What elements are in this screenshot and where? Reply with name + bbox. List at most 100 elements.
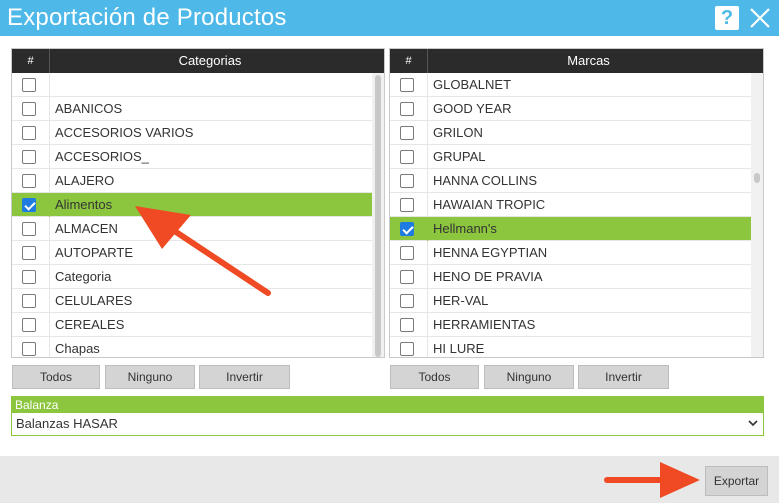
marca-list-item[interactable]: GRILON: [390, 121, 751, 145]
close-icon[interactable]: [748, 6, 772, 30]
categorias-header: # Categorias: [12, 49, 384, 73]
categoria-checkbox[interactable]: [22, 246, 36, 260]
marca-checkbox[interactable]: [400, 342, 414, 356]
categoria-item-label: CEREALES: [55, 317, 125, 332]
categorias-scrollbar-thumb[interactable]: [375, 75, 381, 357]
help-icon[interactable]: ?: [715, 6, 739, 30]
export-button[interactable]: Exportar: [705, 466, 768, 496]
categoria-item-label: Categoria: [55, 269, 112, 284]
marca-list-item[interactable]: HER-VAL: [390, 289, 751, 313]
marca-checkbox-cell: [390, 73, 428, 97]
categoria-item-label: ACCESORIOS VARIOS: [55, 125, 194, 140]
categorias-invertir-button[interactable]: Invertir: [199, 365, 290, 389]
categoria-item-label: ACCESORIOS_: [55, 149, 149, 164]
categoria-checkbox-cell: [12, 73, 50, 97]
marca-list-item[interactable]: HENNA EGYPTIAN: [390, 241, 751, 265]
categoria-list-item[interactable]: ALMACEN: [12, 217, 372, 241]
marca-checkbox-cell: [390, 337, 428, 357]
marcas-todos-button[interactable]: Todos: [390, 365, 479, 389]
categoria-list-item[interactable]: Chapas: [12, 337, 372, 357]
categorias-todos-button[interactable]: Todos: [12, 365, 100, 389]
marca-checkbox[interactable]: [400, 78, 414, 92]
categoria-list-item[interactable]: ABANICOS: [12, 97, 372, 121]
marca-item-label: HER-VAL: [433, 293, 489, 308]
marca-checkbox[interactable]: [400, 198, 414, 212]
categoria-checkbox-cell: [12, 169, 50, 193]
categoria-checkbox[interactable]: [22, 102, 36, 116]
categoria-checkbox[interactable]: [22, 342, 36, 356]
categoria-list-item[interactable]: CEREALES: [12, 313, 372, 337]
marcas-scrollbar[interactable]: [751, 73, 763, 357]
categoria-list-item[interactable]: Alimentos: [12, 193, 372, 217]
marcas-hash-header: #: [390, 49, 428, 73]
marca-list-item[interactable]: Hellmann's: [390, 217, 751, 241]
marca-item-label: GRUPAL: [433, 149, 486, 164]
marca-list-item[interactable]: HERRAMIENTAS: [390, 313, 751, 337]
marca-list-item[interactable]: HI LURE: [390, 337, 751, 357]
categoria-list-item[interactable]: ACCESORIOS_: [12, 145, 372, 169]
marca-checkbox[interactable]: [400, 222, 414, 236]
categoria-checkbox[interactable]: [22, 270, 36, 284]
marca-checkbox[interactable]: [400, 150, 414, 164]
marca-checkbox[interactable]: [400, 102, 414, 116]
marca-list-item[interactable]: GOOD YEAR: [390, 97, 751, 121]
marca-checkbox[interactable]: [400, 318, 414, 332]
categoria-checkbox-cell: [12, 97, 50, 121]
categoria-checkbox-cell: [12, 241, 50, 265]
categoria-item-label: Chapas: [55, 341, 100, 356]
balanza-group: Balanza Balanzas HASAR: [11, 396, 764, 436]
marca-checkbox[interactable]: [400, 246, 414, 260]
categoria-list-item[interactable]: AUTOPARTE: [12, 241, 372, 265]
categoria-checkbox[interactable]: [22, 126, 36, 140]
categoria-item-label: CELULARES: [55, 293, 133, 308]
marca-item-label: HERRAMIENTAS: [433, 317, 536, 332]
marca-checkbox[interactable]: [400, 174, 414, 188]
marca-checkbox-cell: [390, 97, 428, 121]
categoria-checkbox-cell: [12, 289, 50, 313]
balanza-select[interactable]: Balanzas HASAR: [12, 413, 763, 435]
marca-checkbox-cell: [390, 217, 428, 241]
marcas-ninguno-button[interactable]: Ninguno: [484, 365, 574, 389]
marca-list-item[interactable]: HANNA COLLINS: [390, 169, 751, 193]
categorias-list: ABANICOS ACCESORIOS VARIOS ACCESORIOS_ ALAJ…: [12, 73, 372, 357]
marca-item-label: GLOBALNET: [433, 77, 512, 92]
marca-checkbox[interactable]: [400, 294, 414, 308]
categoria-checkbox-cell: [12, 337, 50, 357]
categoria-list-item[interactable]: ACCESORIOS VARIOS: [12, 121, 372, 145]
categoria-list-item[interactable]: Categoria: [12, 265, 372, 289]
marca-checkbox-cell: [390, 265, 428, 289]
categoria-item-label: ALMACEN: [55, 221, 118, 236]
categoria-checkbox[interactable]: [22, 78, 36, 92]
marca-checkbox[interactable]: [400, 270, 414, 284]
categoria-checkbox[interactable]: [22, 222, 36, 236]
categoria-checkbox[interactable]: [22, 294, 36, 308]
categoria-checkbox[interactable]: [22, 174, 36, 188]
marca-checkbox-cell: [390, 241, 428, 265]
marca-list-item[interactable]: GRUPAL: [390, 145, 751, 169]
marcas-scrollbar-thumb[interactable]: [754, 173, 760, 183]
categoria-item-label: ALAJERO: [55, 173, 115, 188]
categoria-list-item[interactable]: ALAJERO: [12, 169, 372, 193]
marca-checkbox[interactable]: [400, 126, 414, 140]
marca-list-item[interactable]: HAWAIAN TROPIC: [390, 193, 751, 217]
marca-item-label: GRILON: [433, 125, 483, 140]
marca-list-item[interactable]: HENO DE PRAVIA: [390, 265, 751, 289]
marca-item-label: HANNA COLLINS: [433, 173, 538, 188]
chevron-down-icon[interactable]: [747, 417, 759, 429]
marca-item-label: HENO DE PRAVIA: [433, 269, 543, 284]
marcas-list: GLOBALNET GOOD YEAR GRILON GRUPAL HANNA COLL…: [390, 73, 751, 357]
marca-checkbox-cell: [390, 121, 428, 145]
marca-list-item[interactable]: GLOBALNET: [390, 73, 751, 97]
marcas-invertir-button[interactable]: Invertir: [578, 365, 669, 389]
categoria-checkbox-cell: [12, 265, 50, 289]
categoria-checkbox[interactable]: [22, 150, 36, 164]
categoria-checkbox[interactable]: [22, 318, 36, 332]
categorias-ninguno-button[interactable]: Ninguno: [105, 365, 195, 389]
categoria-list-item[interactable]: CELULARES: [12, 289, 372, 313]
marca-item-label: GOOD YEAR: [433, 101, 512, 116]
categorias-scrollbar[interactable]: [372, 73, 384, 357]
categoria-list-item[interactable]: [12, 73, 372, 97]
marca-checkbox-cell: [390, 145, 428, 169]
window-title: Exportación de Productos: [7, 4, 287, 31]
categoria-checkbox[interactable]: [22, 198, 36, 212]
